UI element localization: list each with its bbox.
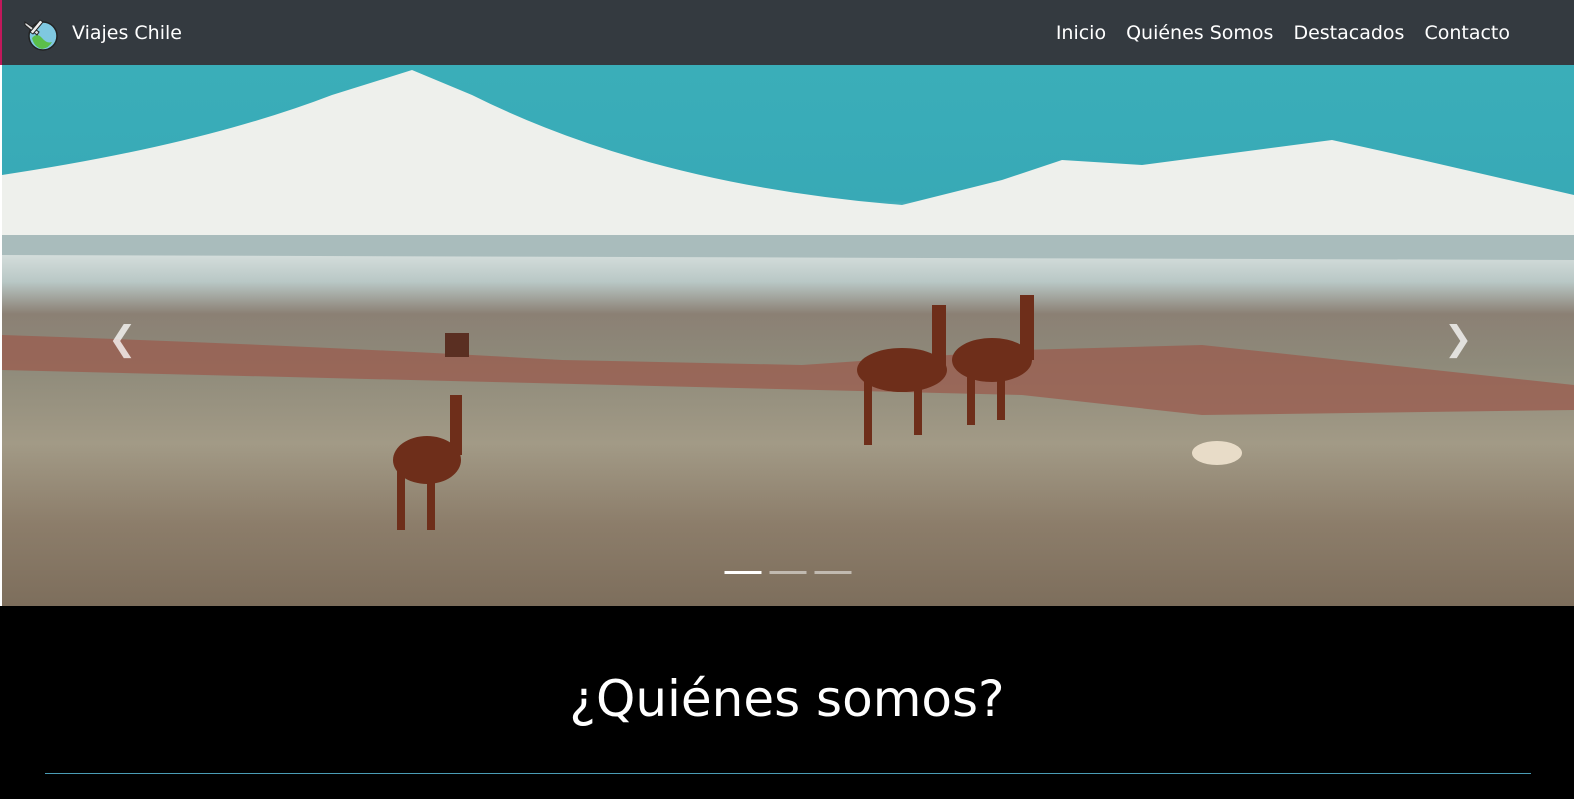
carousel-indicator-1[interactable] [724, 571, 762, 574]
carousel-indicators [724, 571, 852, 574]
carousel-indicator-2[interactable] [769, 571, 807, 574]
carousel-prev-button[interactable]: ❮ [108, 319, 137, 359]
nav-quienes-somos[interactable]: Quiénes Somos [1126, 22, 1273, 44]
brand-name: Viajes Chile [72, 21, 182, 44]
nav-inicio[interactable]: Inicio [1056, 22, 1106, 44]
carousel-indicator-3[interactable] [814, 571, 852, 574]
nav-destacados[interactable]: Destacados [1293, 22, 1404, 44]
about-title: ¿Quiénes somos? [569, 670, 1005, 728]
globe-airplane-logo-icon [22, 14, 60, 52]
hero-carousel: ❮ ❯ [2, 65, 1574, 606]
nav-menu: Inicio Quiénes Somos Destacados Contacto [1056, 22, 1510, 44]
about-section: ¿Quiénes somos? [0, 606, 1574, 799]
landscape-image [2, 70, 1574, 530]
carousel-next-button[interactable]: ❯ [1444, 319, 1473, 359]
nav-contacto[interactable]: Contacto [1424, 22, 1510, 44]
navbar: Viajes Chile Inicio Quiénes Somos Destac… [0, 0, 1574, 65]
section-divider [45, 773, 1531, 774]
brand-link[interactable]: Viajes Chile [22, 14, 182, 52]
